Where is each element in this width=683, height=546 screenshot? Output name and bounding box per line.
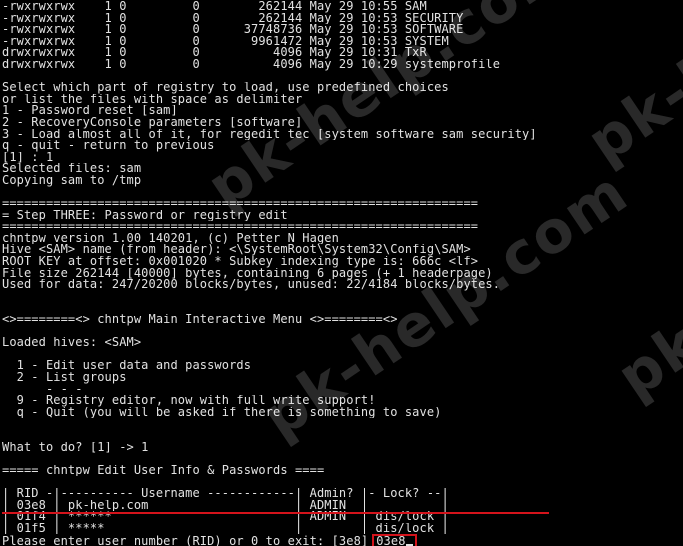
terminal-line: Copying sam to /tmp (2, 174, 142, 187)
terminal-line: 2 - RecoveryConsole parameters [software… (2, 116, 303, 129)
terminal-line: Selected files: sam (2, 163, 142, 175)
terminal-line: 1 - Password reset [sam] (2, 105, 178, 117)
terminal-line: chntpw version 1.00 140201, (c) Petter N… (2, 232, 339, 245)
terminal-line: drwxrwxrwx 1 0 0 4096 May 29 10:29 syste… (2, 58, 501, 71)
terminal-output: -rwxrwxrwx 1 0 0 262144 May 29 10:55 SAM… (2, 1, 683, 534)
terminal-line: 9 - Registry editor, now with full write… (2, 395, 376, 407)
terminal-line: | 03e8 | pk-help.com | ADMIN | | (2, 499, 449, 512)
terminal-line: 3 - Load almost all of it, for regedit t… (2, 128, 537, 141)
terminal-line: -rwxrwxrwx 1 0 0 262144 May 29 10:53 SEC… (2, 12, 464, 25)
highlight-underline (2, 512, 549, 515)
terminal-line: q - Quit (you will be asked if there is … (2, 406, 442, 419)
terminal-line: ===== chntpw Edit User Info & Passwords … (2, 464, 325, 477)
terminal-line: | 01f5 | ***** | | dis/lock | (2, 522, 449, 535)
terminal-line: ========================================… (2, 221, 479, 233)
terminal-line: ROOT KEY at offset: 0x001020 * Subkey in… (2, 256, 479, 268)
terminal-line: q - quit - return to previous (2, 140, 215, 152)
rid-prompt-line: Please enter user number (RID) or 0 to e… (2, 534, 683, 546)
terminal-line: File size 262144 [40000] bytes, containi… (2, 267, 493, 280)
terminal-line: Select which part of registry to load, u… (2, 82, 449, 94)
rid-prompt-text: Please enter user number (RID) or 0 to e… (2, 534, 369, 546)
rid-input-value: 03e8 (376, 534, 406, 546)
rid-input[interactable]: 03e8 (372, 534, 417, 546)
terminal-line: <>========<> chntpw Main Interactive Men… (2, 314, 398, 326)
terminal-line: 1 - Edit user data and passwords (2, 360, 252, 372)
terminal-line: drwxrwxrwx 1 0 0 4096 May 29 10:31 TxR (2, 47, 427, 59)
terminal-line: Used for data: 247/20200 blocks/bytes, u… (2, 279, 501, 291)
terminal-line: -rwxrwxrwx 1 0 0 262144 May 29 10:55 SAM (2, 1, 427, 13)
terminal-line: ========================================… (2, 198, 479, 210)
terminal-line: Hive <SAM> name (from header): <\SystemR… (2, 244, 471, 257)
terminal-line: = Step THREE: Password or registry edit (2, 209, 288, 222)
terminal-line: [1] : 1 (2, 151, 54, 164)
terminal-line: | RID -|---------- Username ------------… (2, 487, 449, 500)
terminal-line: - - - (2, 383, 83, 396)
terminal-line: What to do? [1] -> 1 (2, 441, 149, 454)
terminal-line: 2 - List groups (2, 372, 127, 384)
terminal-line: Loaded hives: <SAM> (2, 337, 142, 349)
terminal-line: -rwxrwxrwx 1 0 0 37748736 May 29 10:53 S… (2, 24, 464, 36)
terminal-line: -rwxrwxrwx 1 0 0 9961472 May 29 10:53 SY… (2, 35, 449, 48)
terminal-line: or list the files with space as delimite… (2, 93, 303, 106)
terminal-screen[interactable]: -rwxrwxrwx 1 0 0 262144 May 29 10:55 SAM… (0, 0, 683, 546)
